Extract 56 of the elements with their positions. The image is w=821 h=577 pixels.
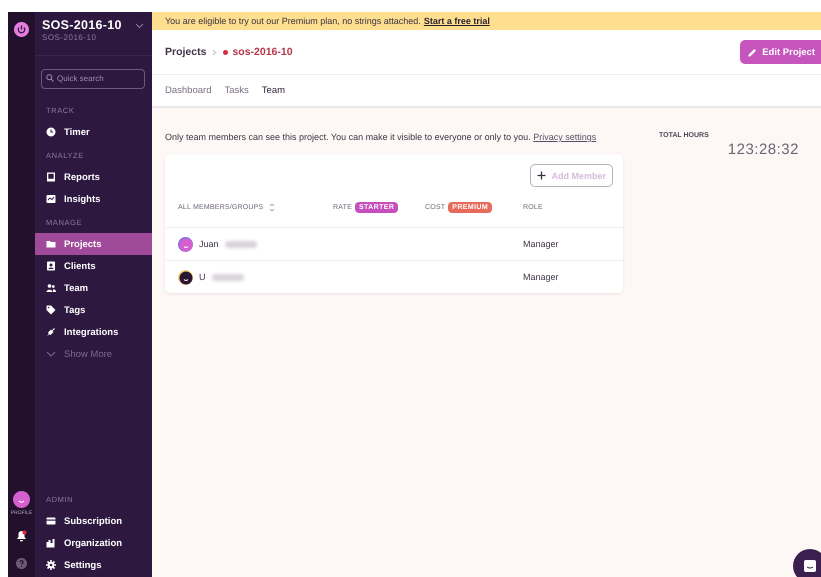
total-hours-value: 123:28:32	[726, 141, 799, 158]
breadcrumb-link[interactable]: Projects	[165, 46, 206, 58]
member-role: Manager	[523, 239, 560, 249]
avatar-icon	[178, 270, 193, 284]
sidebar-item[interactable]: Settings	[35, 554, 152, 576]
sidebar-item[interactable]: Projects	[35, 233, 152, 255]
sidebar-item[interactable]: Timer	[35, 121, 152, 143]
clock-icon	[46, 127, 56, 137]
workspace-name: SOS-2016-10	[42, 18, 122, 32]
plug-icon	[46, 327, 56, 337]
edit-project-button[interactable]: Edit Project	[740, 40, 821, 64]
plus-icon	[537, 171, 546, 180]
tab[interactable]: Tasks	[224, 85, 249, 96]
search-icon	[46, 74, 54, 82]
chevron-down-icon[interactable]	[135, 23, 144, 29]
sidebar-item[interactable]: Clients	[35, 255, 152, 277]
workspace-subtitle: SOS-2016-10	[42, 33, 98, 42]
member-name: Juan	[199, 239, 219, 249]
sidebar-item[interactable]: Integrations	[35, 321, 152, 343]
status-dot	[223, 50, 228, 54]
free-trial-link[interactable]: Start a free trial	[424, 16, 490, 26]
tab[interactable]: Dashboard	[165, 85, 212, 96]
search-field[interactable]: Quick search	[41, 68, 145, 88]
sidebar-item[interactable]: Tags	[35, 299, 152, 321]
sidebar-item[interactable]: Subscription	[35, 510, 152, 532]
card-icon	[46, 516, 56, 526]
chart-icon	[46, 194, 56, 204]
privacy-settings-link[interactable]: Privacy settings	[533, 132, 596, 142]
people-icon	[46, 283, 56, 293]
blurred-text	[212, 274, 244, 280]
contact-icon	[46, 261, 56, 271]
sidebar-item[interactable]: Organization	[35, 532, 152, 554]
chat-icon	[803, 559, 817, 573]
sidebar-item[interactable]: Team	[35, 277, 152, 299]
member-name: U	[199, 272, 206, 282]
tag-icon	[46, 305, 56, 315]
chevron-right-icon	[212, 48, 218, 56]
banner-text: You are eligible to try out our Premium plan, no strings attached.	[165, 16, 421, 26]
building-icon	[46, 538, 56, 548]
power-logo-icon	[14, 22, 29, 37]
help-icon[interactable]	[16, 558, 27, 569]
tab[interactable]: Team	[262, 85, 286, 96]
sidebar-item[interactable]: Insights	[35, 188, 152, 210]
notification-bell-icon[interactable]	[16, 530, 27, 542]
settings-icon	[46, 560, 56, 570]
member-role: Manager	[523, 272, 560, 282]
project-name: sos-2016-10	[232, 46, 293, 58]
book-icon	[46, 172, 56, 182]
chevron-down-icon	[46, 351, 56, 357]
folder-icon	[46, 239, 56, 249]
avatar-icon	[178, 236, 193, 252]
sidebar-item[interactable]: Reports	[35, 166, 152, 188]
privacy-notice: Only team members can see this project. You can make it visible to everyone or only to you. Privacy settings	[165, 132, 598, 142]
profile-avatar-icon[interactable]	[13, 491, 30, 508]
pencil-icon	[748, 48, 758, 56]
blurred-text	[224, 240, 257, 248]
